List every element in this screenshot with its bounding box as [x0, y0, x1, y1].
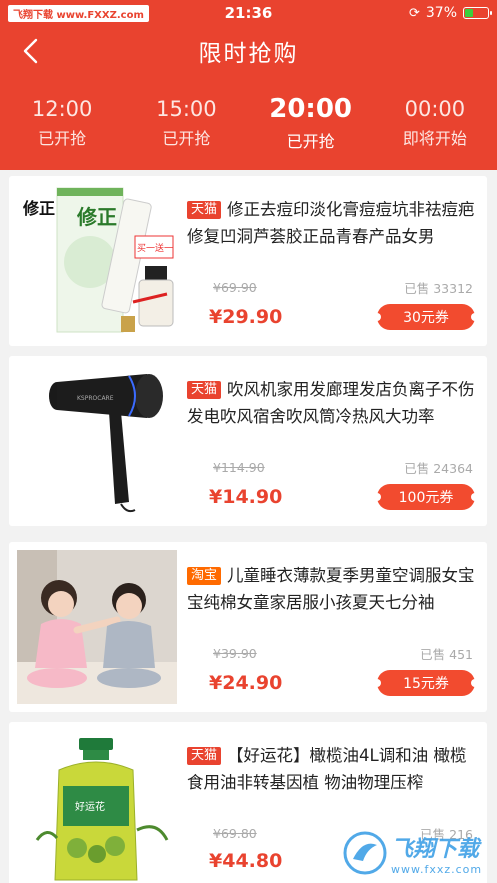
tab-time: 20:00 [269, 94, 352, 124]
original-price: ¥69.80 [213, 826, 257, 841]
product-card[interactable]: KSPROCARE 天猫 吹风机家用发廊理发店负离子不伤发电吹风宿舍吹风筒冷热风大… [9, 356, 487, 526]
original-price: ¥69.90 [213, 280, 257, 295]
sale-price: ¥44.80 [209, 850, 283, 872]
product-title: 天猫 【好运花】橄榄油4L调和油 橄榄食用油非转基因植 物油物理压榨 [187, 746, 467, 792]
sold-count: 已售 24364 [404, 461, 473, 476]
brand-logo: KSPROCARE [77, 395, 114, 402]
product-image [17, 550, 177, 704]
platform-tag: 天猫 [187, 747, 222, 765]
product-image: 好运花 [17, 730, 177, 883]
product-title: 天猫 修正去痘印淡化膏痘痘坑非祛痘疤修复凹洞芦荟胶正品青春产品女男 [187, 200, 475, 246]
original-price: ¥114.90 [213, 460, 265, 475]
tab-state: 即将开始 [402, 129, 467, 148]
product-card[interactable]: 修正 修正 买一送一 天猫 修正去痘印淡化膏痘痘坑非祛痘疤修复凹洞芦荟胶正品青春产… [9, 176, 487, 346]
platform-tag: 天猫 [187, 381, 222, 399]
tab-state: 已开抢 [286, 132, 335, 151]
platform-tag: 淘宝 [187, 567, 222, 585]
promo-text: 买一送一 [137, 242, 173, 254]
tab-1500[interactable]: 15:00 已开抢 [124, 76, 248, 170]
tab-time: 12:00 [31, 97, 93, 121]
page-title: 限时抢购 [198, 41, 299, 67]
tab-state: 已开抢 [38, 129, 87, 148]
tab-state: 已开抢 [162, 129, 211, 148]
tab-time: 15:00 [156, 97, 217, 121]
tab-0000[interactable]: 00:00 即将开始 [373, 76, 497, 170]
brand-logo-corner: 修正 [22, 199, 55, 218]
product-image: 修正 修正 买一送一 [17, 184, 177, 338]
product-title: 淘宝 儿童睡衣薄款夏季男童空调服女宝宝纯棉女童家居服小孩夏天七分袖 [187, 566, 475, 612]
watermark-icon [343, 831, 387, 875]
tab-1200[interactable]: 12:00 已开抢 [0, 76, 124, 170]
tab-time: 00:00 [404, 97, 466, 121]
status-right: ⟳ 37% [408, 5, 492, 21]
product-image: KSPROCARE [17, 364, 177, 518]
tab-2000[interactable]: 20:00 已开抢 [249, 76, 373, 170]
brand-logo: 修正 [76, 205, 117, 229]
watermark-logo: 飞翔下载 www.fxxz.com [343, 825, 493, 881]
rotation-lock-icon: ⟳ [408, 5, 420, 21]
battery-percent: 37% [425, 5, 457, 21]
platform-tag: 天猫 [187, 201, 222, 219]
back-button[interactable] [12, 32, 48, 70]
nav-bar: 限时抢购 [0, 26, 497, 76]
battery-icon [463, 7, 492, 19]
sold-count: 已售 451 [420, 647, 473, 662]
chevron-left-icon [23, 38, 38, 64]
sold-count: 已售 33312 [404, 281, 473, 296]
sale-price: ¥24.90 [209, 672, 283, 694]
coupon-button[interactable]: 100元券 [373, 484, 479, 510]
sale-price: ¥29.90 [209, 306, 283, 328]
coupon-button[interactable]: 30元券 [373, 304, 479, 330]
coupon-button[interactable]: 15元券 [373, 670, 479, 696]
original-price: ¥39.90 [213, 646, 257, 661]
watermark-badge: 飞翔下载 www.FXXZ.com [8, 4, 149, 22]
watermark-text: 飞翔下载 [391, 836, 480, 862]
label-text: 好运花 [75, 800, 105, 813]
sale-price: ¥14.90 [209, 486, 283, 508]
status-bar: 飞翔下载 www.FXXZ.com 21:36 ⟳ 37% [0, 0, 497, 26]
watermark-url: www.fxxz.com [391, 862, 483, 876]
time-tabs: 12:00 已开抢 15:00 已开抢 20:00 已开抢 00:00 即将开始 [0, 76, 497, 170]
product-card[interactable]: 淘宝 儿童睡衣薄款夏季男童空调服女宝宝纯棉女童家居服小孩夏天七分袖 ¥39.90 … [9, 542, 487, 712]
product-title: 天猫 吹风机家用发廊理发店负离子不伤发电吹风宿舍吹风筒冷热风大功率 [187, 380, 475, 426]
